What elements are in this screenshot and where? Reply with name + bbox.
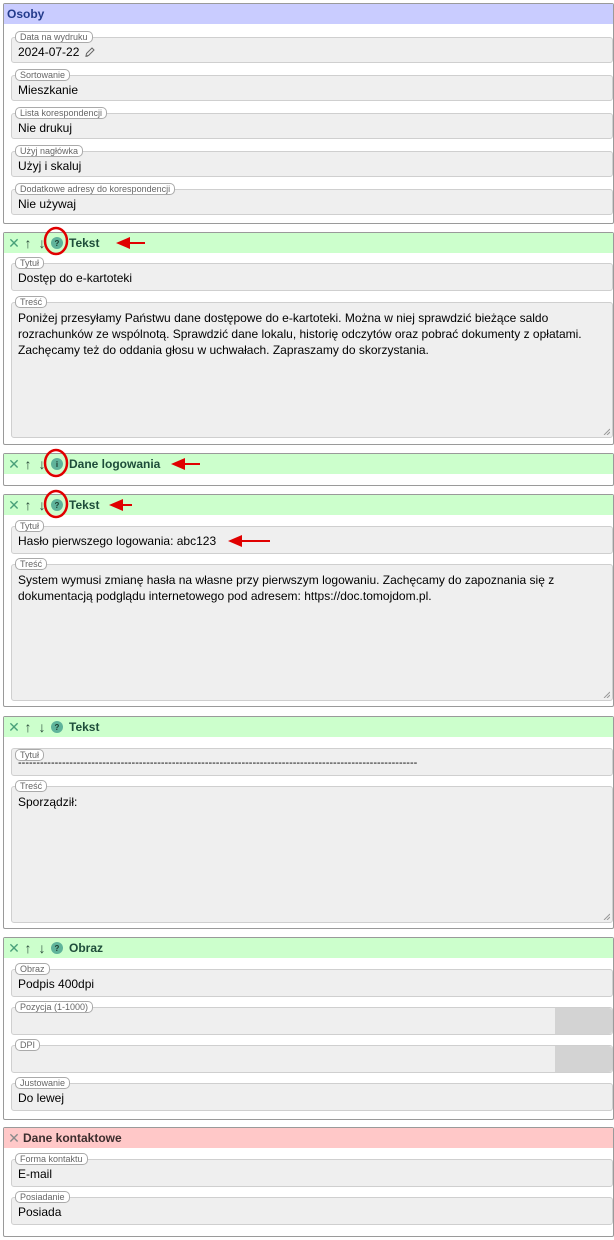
field-label: Użyj nagłówka [15,145,84,157]
title-field[interactable]: Tytuł Hasło pierwszego logowania: abc123 [11,520,613,554]
body-textarea[interactable]: Treść Poniżej przesyłamy Państwu dane do… [11,296,613,438]
resize-handle-icon[interactable] [603,913,610,920]
field-value: Poniżej przesyłamy Państwu dane dostępow… [18,311,582,357]
sorting-field[interactable]: Sortowanie Mieszkanie [11,69,613,101]
block-title: Tekst [69,720,100,734]
field-value: Hasło pierwszego logowania: abc123 [18,534,217,548]
field-value: E-mail [18,1167,53,1181]
help-icon[interactable]: ? [51,237,63,249]
info-icon[interactable]: i [51,458,63,470]
field-value: Dostęp do e-kartoteki [18,271,133,285]
field-label: Justowanie [15,1077,71,1089]
arrow-down-icon[interactable]: ↓ [35,719,49,735]
field-value: System wymusi zmianę hasła na własne prz… [18,573,555,603]
print-date-field[interactable]: Data na wydruku 2024-07-22 [11,31,613,63]
correspondence-list-field[interactable]: Lista korespondencji Nie drukuj [11,107,613,139]
contact-header: ✕ Dane kontaktowe [4,1128,613,1148]
block-header: ✕ ↑ ↓ ? Tekst [4,717,613,737]
field-label: Pozycja (1-1000) [15,1001,94,1013]
text-block-1: ✕ ↑ ↓ ? Tekst Tytuł Dostęp do e-kartotek… [3,232,614,445]
close-icon[interactable]: ✕ [7,497,21,513]
contact-section: ✕ Dane kontaktowe Forma kontaktu E-mail … [3,1127,614,1237]
dpi-field[interactable]: DPI [11,1039,613,1073]
help-icon[interactable]: ? [51,721,63,733]
field-value: Nie drukuj [18,121,73,135]
field-value: Do lewej [18,1091,65,1105]
field-label: Dodatkowe adresy do korespondencji [15,183,176,195]
field-value: 2024-07-22 [18,45,80,59]
arrow-down-icon[interactable]: ↓ [35,940,49,956]
help-icon[interactable]: ? [51,942,63,954]
body-textarea[interactable]: Treść Sporządził: [11,780,613,923]
extra-addresses-field[interactable]: Dodatkowe adresy do korespondencji Nie u… [11,183,613,215]
arrow-up-icon[interactable]: ↑ [21,497,35,513]
block-title: Dane logowania [69,457,161,471]
field-label: Tytuł [15,520,45,532]
login-data-block: ✕ ↑ ↓ i Dane logowania [3,453,614,486]
pencil-icon[interactable] [84,46,96,58]
block-title: Tekst [69,236,100,250]
field-label: Treść [15,296,48,308]
block-header: ✕ ↑ ↓ i Dane logowania [4,454,613,474]
arrow-down-icon[interactable]: ↓ [35,497,49,513]
block-header: ✕ ↑ ↓ ? Obraz [4,938,613,958]
field-value: Mieszkanie [18,83,79,97]
title-field[interactable]: Tytuł Dostęp do e-kartoteki [11,257,613,291]
ownership-field[interactable]: Posiadanie Posiada [11,1191,613,1225]
block-header: ✕ ↑ ↓ ? Tekst [4,495,613,515]
spinner-block[interactable] [555,1008,612,1034]
close-icon[interactable]: ✕ [7,940,21,956]
image-block: ✕ ↑ ↓ ? Obraz Obraz Podpis 400dpi Pozycj… [3,937,614,1120]
field-label: Data na wydruku [15,31,93,43]
block-title: Obraz [69,941,104,955]
field-label: Obraz [15,963,50,975]
use-header-field[interactable]: Użyj nagłówka Użyj i skaluj [11,145,613,177]
close-icon[interactable]: ✕ [7,456,21,472]
field-value: Nie używaj [18,197,77,211]
osoby-section: Osoby Data na wydruku 2024-07-22 Sortowa… [3,3,614,224]
field-value: Podpis 400dpi [18,977,95,991]
resize-handle-icon[interactable] [603,428,610,435]
field-label: Sortowanie [15,69,71,81]
text-block-2: ✕ ↑ ↓ ? Tekst Tytuł Hasło pierwszego log… [3,494,614,707]
field-label: DPI [15,1039,41,1051]
field-value: Użyj i skaluj [18,159,82,173]
close-icon[interactable]: ✕ [7,1130,21,1146]
section-title: Dane kontaktowe [23,1131,122,1145]
title-field[interactable]: Tytuł ----------------------------------… [11,748,613,776]
block-header: ✕ ↑ ↓ ? Tekst [4,233,613,253]
field-value: ----------------------------------------… [18,757,418,769]
image-field[interactable]: Obraz Podpis 400dpi [11,963,613,997]
arrow-down-icon[interactable]: ↓ [35,235,49,251]
arrow-down-icon[interactable]: ↓ [35,456,49,472]
arrow-up-icon[interactable]: ↑ [21,719,35,735]
text-block-3: ✕ ↑ ↓ ? Tekst Tytuł --------------------… [3,716,614,929]
field-label: Tytuł [15,257,45,269]
arrow-up-icon[interactable]: ↑ [21,456,35,472]
position-field[interactable]: Pozycja (1-1000) [11,1001,613,1035]
justify-field[interactable]: Justowanie Do lewej [11,1077,613,1111]
resize-handle-icon[interactable] [603,691,610,698]
close-icon[interactable]: ✕ [7,235,21,251]
arrow-up-icon[interactable]: ↑ [21,940,35,956]
field-label: Forma kontaktu [15,1153,88,1165]
section-title: Osoby [7,7,45,21]
field-label: Lista korespondencji [15,107,108,119]
field-label: Treść [15,780,48,792]
field-label: Treść [15,558,48,570]
spinner-block[interactable] [555,1046,612,1072]
contact-form-field[interactable]: Forma kontaktu E-mail [11,1153,613,1187]
field-value: Posiada [18,1205,62,1219]
field-label: Posiadanie [15,1191,70,1203]
help-icon[interactable]: ? [51,499,63,511]
osoby-header: Osoby [4,4,613,24]
body-textarea[interactable]: Treść System wymusi zmianę hasła na włas… [11,558,613,701]
block-title: Tekst [69,498,100,512]
field-value: Sporządził: [18,795,78,809]
arrow-up-icon[interactable]: ↑ [21,235,35,251]
close-icon[interactable]: ✕ [7,719,21,735]
